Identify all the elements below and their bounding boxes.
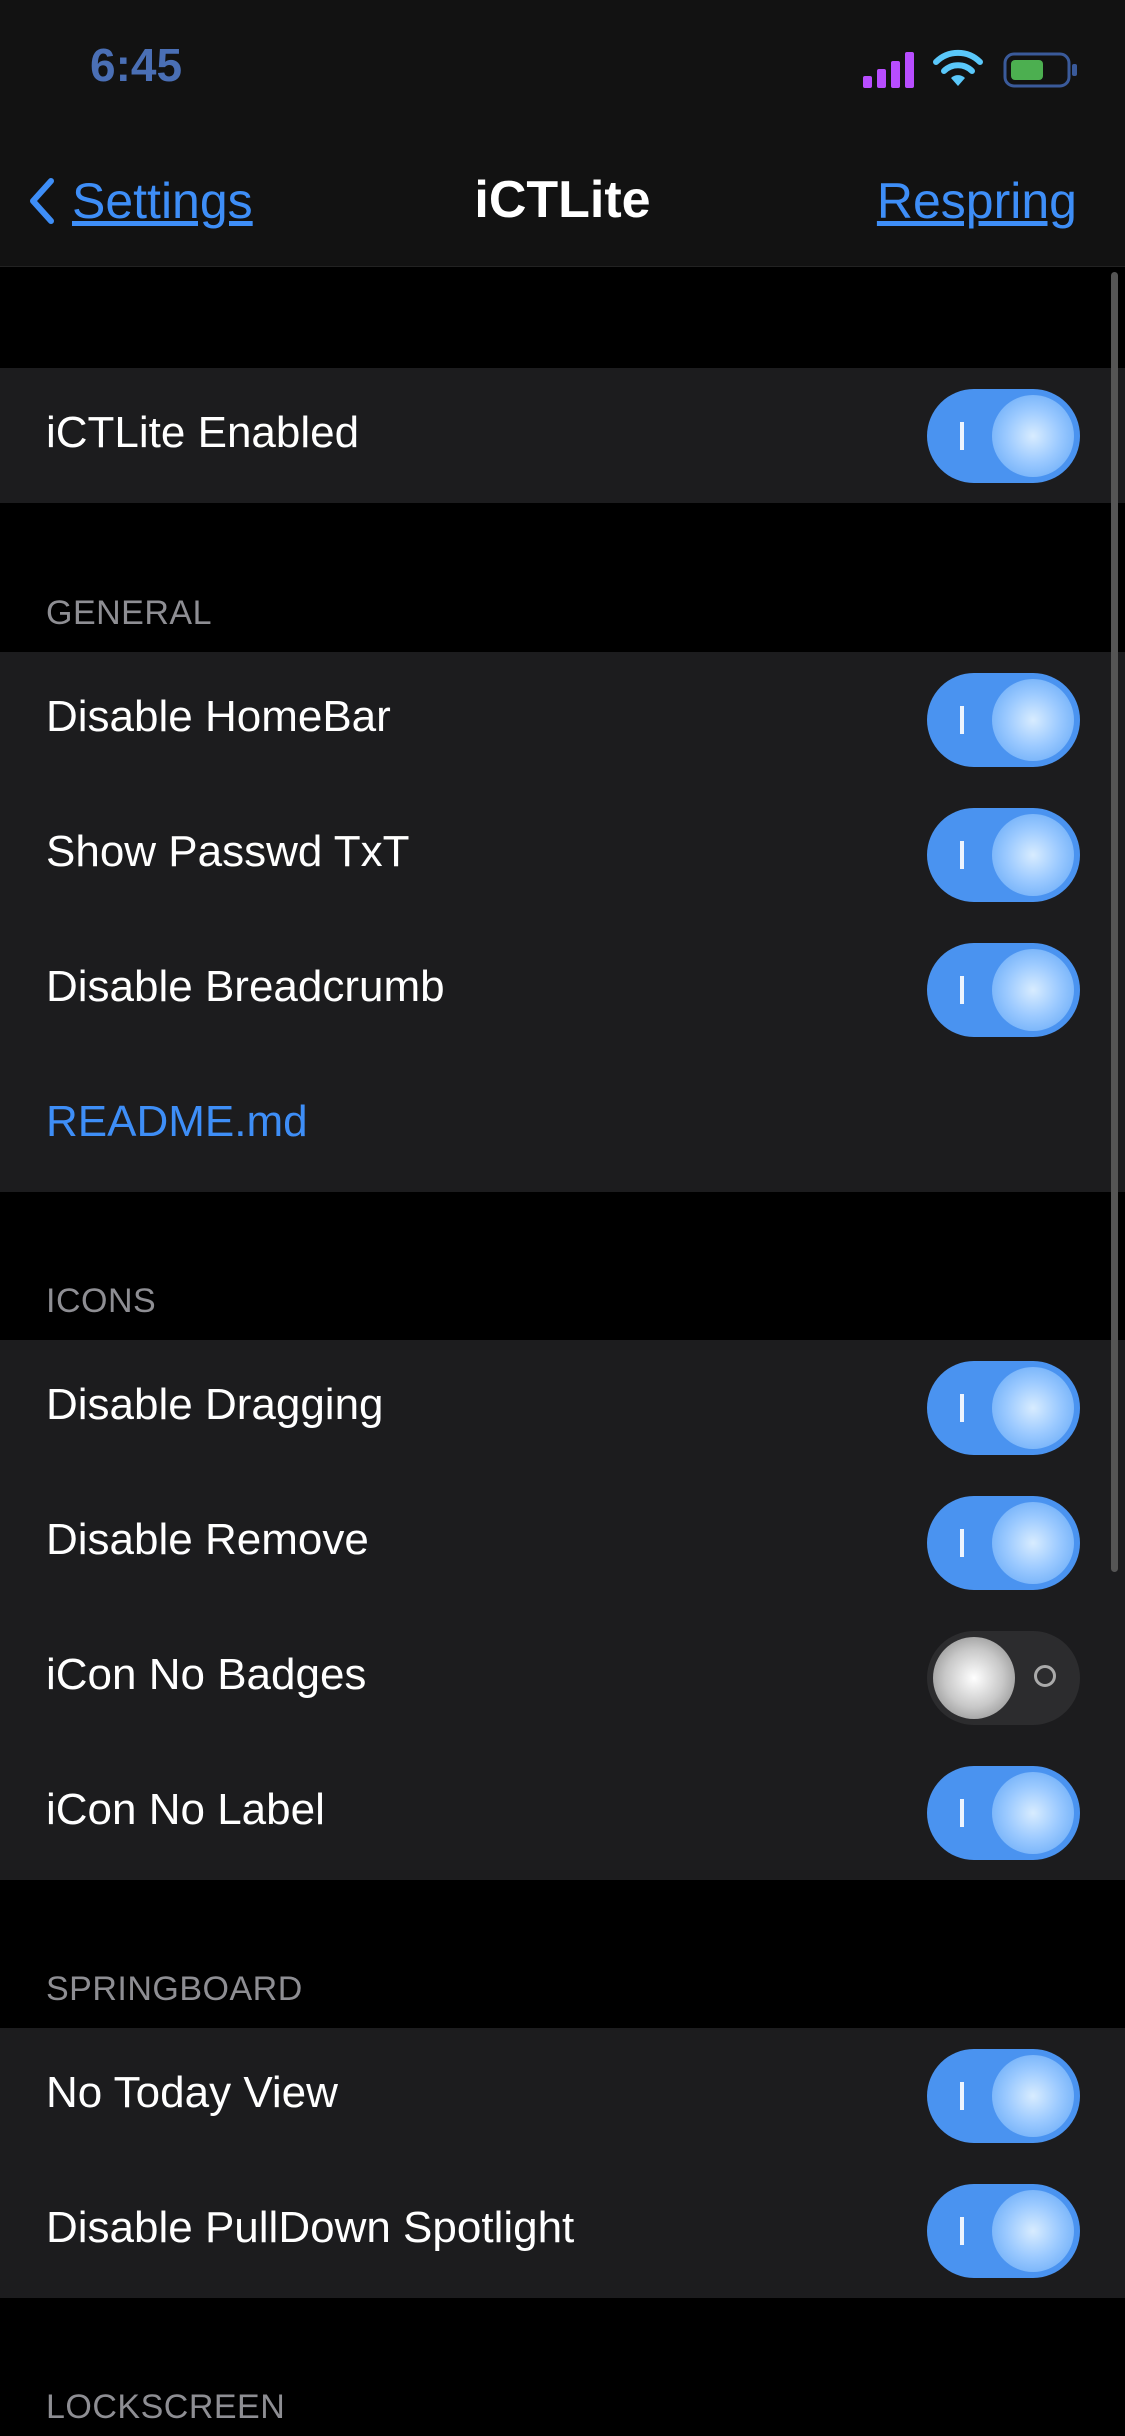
status-icons: [863, 46, 1083, 96]
toggle-row-show-passwd-txt: Show Passwd TxT: [0, 787, 1125, 922]
chevron-left-icon: [30, 178, 54, 224]
row-label: iCon No Label: [46, 1785, 325, 1834]
row-label: Disable Remove: [46, 1515, 369, 1564]
toggle-row-icon-no-badges: iCon No Badges: [0, 1610, 1125, 1745]
icon-no-label-toggle[interactable]: [927, 1766, 1080, 1860]
section-header-lockscreen: LOCKSCREEN: [46, 2388, 286, 2426]
row-label: Disable Breadcrumb: [46, 962, 445, 1011]
section-header-icons: ICONS: [46, 1282, 157, 1320]
status-time: 6:45: [90, 39, 183, 91]
row-label: No Today View: [46, 2068, 338, 2117]
respring-button[interactable]: Respring: [877, 172, 1077, 230]
icons-group: Disable Dragging Disable Remove iCon No …: [0, 1340, 1125, 1880]
enable-group: iCTLite Enabled: [0, 368, 1125, 503]
disable-homebar-toggle[interactable]: [927, 673, 1080, 767]
row-label: iCTLite Enabled: [46, 408, 360, 457]
battery-icon: [1003, 52, 1077, 88]
row-label: Disable Dragging: [46, 1380, 384, 1429]
section-header-general: GENERAL: [46, 594, 212, 632]
disable-pulldown-spotlight-toggle[interactable]: [927, 2184, 1080, 2278]
springboard-group: No Today View Disable PullDown Spotlight: [0, 2028, 1125, 2298]
show-passwd-txt-toggle[interactable]: [927, 808, 1080, 902]
section-header-springboard: SPRINGBOARD: [46, 1970, 303, 2008]
general-group: Disable HomeBar Show Passwd TxT Disable …: [0, 652, 1125, 1192]
toggle-row-disable-homebar: Disable HomeBar: [0, 652, 1125, 787]
toggle-row-disable-dragging: Disable Dragging: [0, 1340, 1125, 1475]
scrollbar[interactable]: [1111, 272, 1118, 1572]
disable-remove-toggle[interactable]: [927, 1496, 1080, 1590]
readme-row: README.md: [0, 1057, 1125, 1192]
wifi-icon: [933, 49, 983, 86]
readme-link[interactable]: README.md: [46, 1097, 308, 1147]
toggle-row-no-today-view: No Today View: [0, 2028, 1125, 2163]
enabled-toggle[interactable]: [927, 389, 1080, 483]
row-label: Disable PullDown Spotlight: [46, 2203, 575, 2252]
toggle-row-icon-no-label: iCon No Label: [0, 1745, 1125, 1880]
toggle-row-disable-remove: Disable Remove: [0, 1475, 1125, 1610]
row-label: Show Passwd TxT: [46, 827, 410, 876]
no-today-view-toggle[interactable]: [927, 2049, 1080, 2143]
back-button[interactable]: Settings: [26, 172, 253, 230]
back-button-label: Settings: [72, 173, 253, 229]
toggle-row-enabled: iCTLite Enabled: [0, 368, 1125, 503]
row-label: iCon No Badges: [46, 1650, 367, 1699]
disable-breadcrumb-toggle[interactable]: [927, 943, 1080, 1037]
cellular-signal-icon: [863, 52, 914, 88]
disable-dragging-toggle[interactable]: [927, 1361, 1080, 1455]
icon-no-badges-toggle[interactable]: [927, 1631, 1080, 1725]
toggle-row-disable-pulldown-spotlight: Disable PullDown Spotlight: [0, 2163, 1125, 2298]
toggle-row-disable-breadcrumb: Disable Breadcrumb: [0, 922, 1125, 1057]
status-bar: 6:45: [0, 0, 1125, 132]
row-label: Disable HomeBar: [46, 692, 391, 741]
navigation-bar: Settings iCTLite Respring: [0, 132, 1125, 267]
